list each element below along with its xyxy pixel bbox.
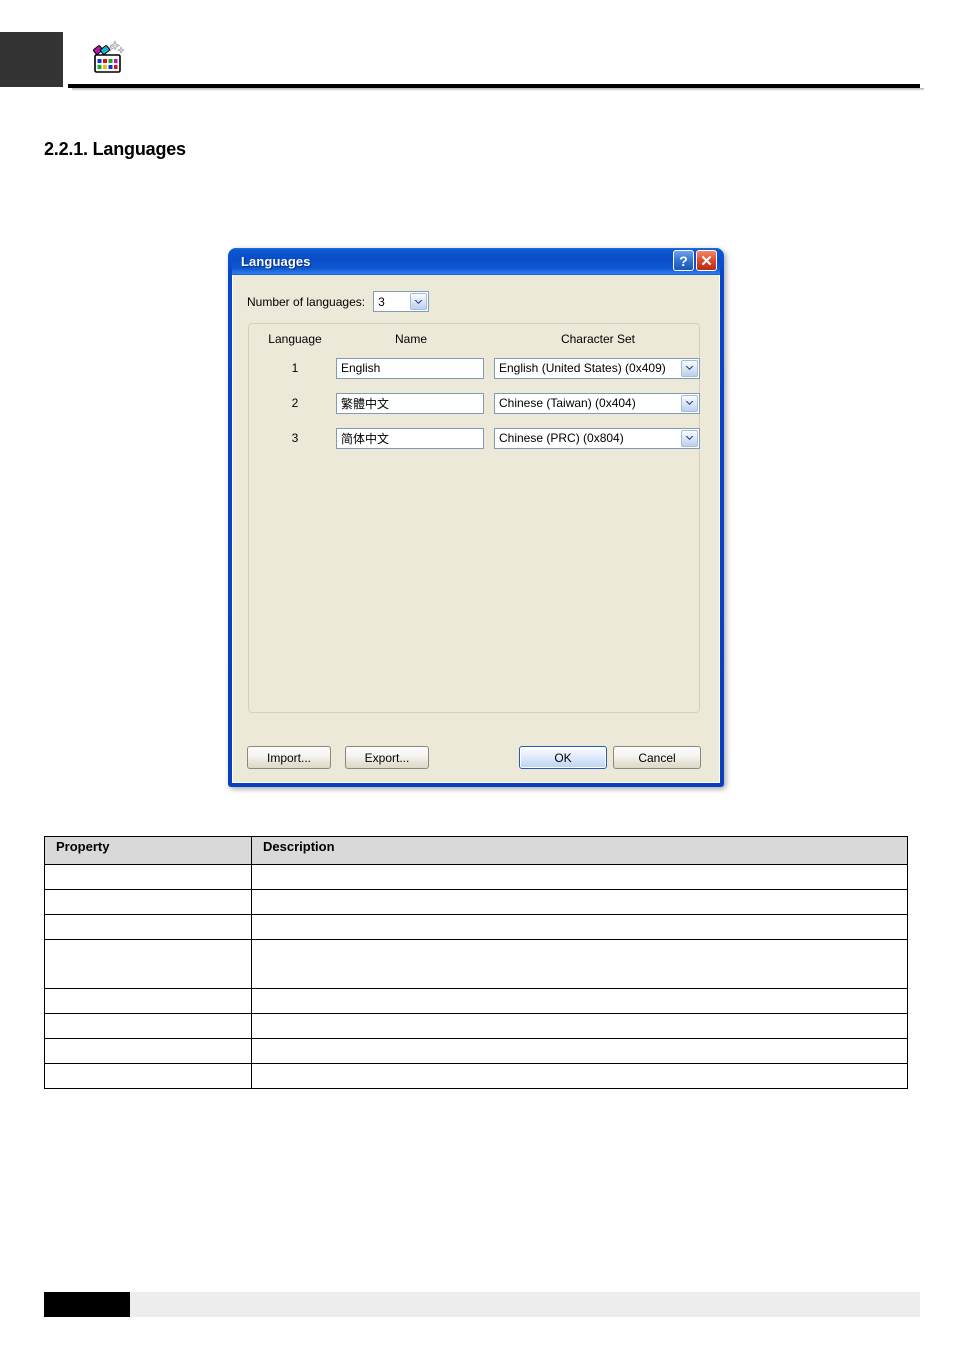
page-title: 2.2.1. Languages (44, 139, 186, 159)
description-cell (251, 864, 908, 890)
property-cell (44, 939, 252, 989)
character-set-select[interactable]: Chinese (Taiwan) (0x404) (494, 392, 700, 414)
languages-dialog: Languages ? ✕ Number of languages: 3 Lan… (228, 248, 724, 787)
chevron-down-icon[interactable] (681, 394, 698, 412)
property-cell (44, 1013, 252, 1039)
language-name-input[interactable]: 繁體中文 (336, 392, 484, 414)
column-header-character-set: Character Set (560, 332, 636, 346)
character-set-value: Chinese (Taiwan) (0x404) (499, 396, 636, 410)
number-of-languages-select[interactable]: 3 (373, 291, 430, 312)
language-row-index: 2 (291, 396, 299, 410)
description-cell (251, 1013, 908, 1039)
property-cell (44, 1038, 252, 1064)
ok-button[interactable]: OK (519, 746, 607, 769)
property-cell (44, 889, 252, 915)
close-icon[interactable]: ✕ (696, 250, 717, 271)
language-row-index: 1 (291, 361, 299, 375)
number-of-languages-row: Number of languages: 3 (247, 291, 430, 312)
import-button[interactable]: Import... (247, 746, 331, 769)
cancel-button[interactable]: Cancel (613, 746, 701, 769)
footer-bar (130, 1292, 920, 1317)
page-header (0, 0, 954, 100)
table-row (44, 939, 908, 989)
footer-black-block (44, 1292, 130, 1317)
number-of-languages-value: 3 (378, 294, 385, 309)
language-row: 2 繁體中文 Chinese (Taiwan) (0x404) (249, 392, 700, 414)
table-row (44, 864, 908, 890)
description-cell (251, 1063, 908, 1089)
description-cell (251, 889, 908, 915)
property-description-table: Property Description (44, 836, 908, 1089)
table-row (44, 988, 908, 1014)
help-icon[interactable]: ? (673, 250, 694, 271)
table-header-row: Property Description (44, 836, 908, 865)
table-row (44, 1063, 908, 1089)
dialog-button-bar: Import... Export... OK Cancel (247, 746, 701, 769)
dialog-title: Languages (241, 254, 311, 269)
titlebar-buttons: ? ✕ (673, 250, 717, 271)
column-header-name: Name (394, 332, 427, 346)
description-cell (251, 1038, 908, 1064)
grid-header-row: Language Name Character Set (249, 332, 699, 350)
table-row (44, 914, 908, 940)
property-cell (44, 988, 252, 1014)
table-row (44, 889, 908, 915)
table-row (44, 1013, 908, 1039)
language-row: 1 English English (United States) (0x409… (249, 357, 700, 379)
description-cell (251, 988, 908, 1014)
property-cell (44, 914, 252, 940)
column-header-language: Language (268, 332, 322, 346)
character-set-value: English (United States) (0x409) (499, 361, 666, 375)
chevron-down-icon[interactable] (681, 359, 698, 377)
column-header-description: Description (251, 836, 908, 865)
header-rule-shadow (72, 88, 924, 91)
language-name-input[interactable]: 简体中文 (336, 427, 484, 449)
dialog-titlebar[interactable]: Languages ? ✕ (232, 248, 720, 275)
header-dark-block (0, 32, 63, 87)
language-row-index: 3 (291, 431, 299, 445)
description-cell (251, 914, 908, 940)
dialog-body: Number of languages: 3 Language Name Cha… (232, 275, 720, 783)
export-button[interactable]: Export... (345, 746, 429, 769)
chevron-down-icon[interactable] (410, 293, 428, 310)
character-set-select[interactable]: Chinese (PRC) (0x804) (494, 427, 700, 449)
column-header-property: Property (44, 836, 252, 865)
description-cell (251, 939, 908, 989)
color-palette-wand-icon (88, 38, 126, 76)
languages-grid-panel: Language Name Character Set 1 English En… (248, 323, 700, 713)
property-cell (44, 1063, 252, 1089)
number-of-languages-label: Number of languages: (247, 294, 366, 309)
character-set-select[interactable]: English (United States) (0x409) (494, 357, 700, 379)
property-cell (44, 864, 252, 890)
language-row: 3 简体中文 Chinese (PRC) (0x804) (249, 427, 700, 449)
table-row (44, 1038, 908, 1064)
chevron-down-icon[interactable] (681, 429, 698, 447)
character-set-value: Chinese (PRC) (0x804) (499, 431, 624, 445)
language-name-input[interactable]: English (336, 357, 484, 379)
